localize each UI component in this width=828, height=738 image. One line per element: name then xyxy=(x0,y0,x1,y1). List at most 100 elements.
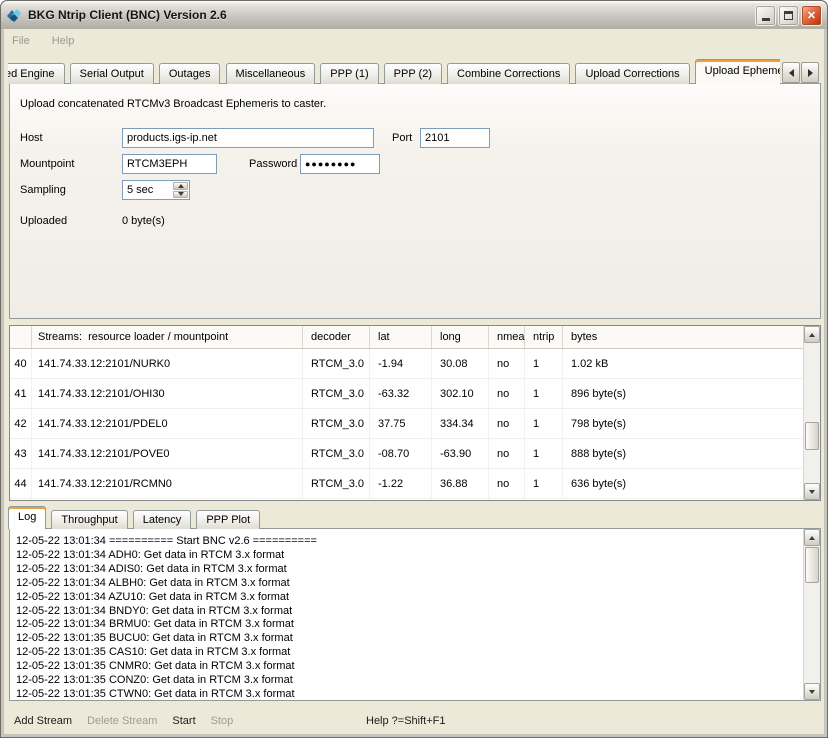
tab-feed-engine[interactable]: ed Engine xyxy=(8,63,65,84)
spin-down-button[interactable] xyxy=(173,191,188,199)
stream-decoder: RTCM_3.0 xyxy=(303,439,370,468)
stream-long: 36.88 xyxy=(432,469,489,498)
stream-row[interactable]: 40 141.74.33.12:2101/NURK0 RTCM_3.0 -1.9… xyxy=(10,349,803,379)
stream-ntrip: 1 xyxy=(525,349,563,378)
stream-bytes: 1.02 kB xyxy=(563,349,803,378)
help-shortcut-text: Help ?=Shift+F1 xyxy=(366,715,446,727)
column-header-long: long xyxy=(432,326,489,348)
tab-scroll-right-button[interactable] xyxy=(801,62,819,83)
stream-mountpoint: 141.74.33.12:2101/OHI30 xyxy=(32,379,303,408)
tab-upload-ephemeris[interactable]: Upload Ephemeris xyxy=(695,59,780,84)
tab-serial-output[interactable]: Serial Output xyxy=(70,63,154,84)
tab-log[interactable]: Log xyxy=(8,506,46,529)
stream-mountpoint: 141.74.33.12:2101/RCMN0 xyxy=(32,469,303,498)
left-arrow-icon xyxy=(789,69,794,77)
tab-ppp-plot[interactable]: PPP Plot xyxy=(196,510,260,529)
down-arrow-icon xyxy=(178,192,184,196)
stream-ntrip: 1 xyxy=(525,439,563,468)
scroll-thumb[interactable] xyxy=(805,547,819,583)
host-input[interactable] xyxy=(122,128,374,148)
menubar: File Help xyxy=(4,29,824,53)
stream-row-number: 44 xyxy=(10,469,32,498)
uploaded-value: 0 byte(s) xyxy=(122,215,165,227)
tab-scroll-buttons xyxy=(782,62,819,83)
tab-throughput[interactable]: Throughput xyxy=(51,510,127,529)
log-panel: 12-05-22 13:01:34 ========== Start BNC v… xyxy=(9,528,821,701)
log-line: 12-05-22 13:01:34 BNDY0: Get data in RTC… xyxy=(16,605,800,619)
stream-row[interactable]: 41 141.74.33.12:2101/OHI30 RTCM_3.0 -63.… xyxy=(10,379,803,409)
stream-row-number: 41 xyxy=(10,379,32,408)
right-arrow-icon xyxy=(808,69,813,77)
column-header-ntrip: ntrip xyxy=(525,326,563,348)
spin-up-button[interactable] xyxy=(173,182,188,190)
column-header-mountpoint: Streams: resource loader / mountpoint xyxy=(32,326,303,348)
tab-ppp-2[interactable]: PPP (2) xyxy=(384,63,442,84)
menu-help[interactable]: Help xyxy=(52,35,75,47)
maximize-button[interactable] xyxy=(778,5,799,26)
sampling-value: 5 sec xyxy=(127,184,153,196)
column-header-decoder: decoder xyxy=(303,326,370,348)
sampling-spinner[interactable]: 5 sec xyxy=(122,180,190,200)
scroll-down-button[interactable] xyxy=(804,483,820,500)
tab-miscellaneous[interactable]: Miscellaneous xyxy=(226,63,316,84)
scroll-down-button[interactable] xyxy=(804,683,820,700)
password-label: Password xyxy=(249,158,297,170)
log-line: 12-05-22 13:01:34 ADIS0: Get data in RTC… xyxy=(16,563,800,577)
stream-mountpoint: 141.74.33.12:2101/POVE0 xyxy=(32,439,303,468)
tab-upload-corrections[interactable]: Upload Corrections xyxy=(575,63,689,84)
minimize-button[interactable] xyxy=(755,5,776,26)
close-icon: ✕ xyxy=(807,9,816,22)
stream-row[interactable]: 42 141.74.33.12:2101/PDEL0 RTCM_3.0 37.7… xyxy=(10,409,803,439)
stream-long: 30.08 xyxy=(432,349,489,378)
up-arrow-icon xyxy=(809,333,815,337)
stream-ntrip: 1 xyxy=(525,379,563,408)
tab-outages[interactable]: Outages xyxy=(159,63,221,84)
stream-lat: 37.75 xyxy=(370,409,432,438)
stream-ntrip: 1 xyxy=(525,409,563,438)
client-area: File Help ed Engine Serial Output Outage… xyxy=(4,29,824,734)
host-label: Host xyxy=(20,132,43,144)
main-tab-strip: ed Engine Serial Output Outages Miscella… xyxy=(8,59,780,84)
down-arrow-icon xyxy=(809,490,815,494)
up-arrow-icon xyxy=(809,536,815,540)
tab-latency[interactable]: Latency xyxy=(133,510,192,529)
log-line: 12-05-22 13:01:35 CTWN0: Get data in RTC… xyxy=(16,688,800,701)
stop-button[interactable]: Stop xyxy=(211,715,234,727)
sampling-spin-buttons xyxy=(173,182,188,198)
add-stream-button[interactable]: Add Stream xyxy=(14,715,72,727)
down-arrow-icon xyxy=(809,690,815,694)
password-input[interactable] xyxy=(300,154,380,174)
tab-ppp-1[interactable]: PPP (1) xyxy=(320,63,378,84)
port-label: Port xyxy=(392,132,412,144)
close-button[interactable]: ✕ xyxy=(801,5,822,26)
log-line: 12-05-22 13:01:34 BRMU0: Get data in RTC… xyxy=(16,618,800,632)
tab-scroll-left-button[interactable] xyxy=(782,62,800,83)
app-icon xyxy=(6,7,22,23)
streams-scrollbar[interactable] xyxy=(803,326,820,500)
menu-file[interactable]: File xyxy=(12,35,30,47)
stream-row[interactable]: 44 141.74.33.12:2101/RCMN0 RTCM_3.0 -1.2… xyxy=(10,469,803,499)
column-header-lat: lat xyxy=(370,326,432,348)
stream-bytes: 888 byte(s) xyxy=(563,439,803,468)
stream-bytes: 798 byte(s) xyxy=(563,409,803,438)
delete-stream-button[interactable]: Delete Stream xyxy=(87,715,157,727)
stream-row-number: 43 xyxy=(10,439,32,468)
app-window: BKG Ntrip Client (BNC) Version 2.6 ✕ Fil… xyxy=(0,0,828,738)
log-scrollbar[interactable] xyxy=(803,529,820,700)
stream-nmea: no xyxy=(489,439,525,468)
tab-combine-corrections[interactable]: Combine Corrections xyxy=(447,63,570,84)
stream-long: 302.10 xyxy=(432,379,489,408)
scroll-up-button[interactable] xyxy=(804,529,820,546)
log-line: 12-05-22 13:01:35 CNMR0: Get data in RTC… xyxy=(16,660,800,674)
mountpoint-input[interactable] xyxy=(122,154,217,174)
stream-lat: -63.32 xyxy=(370,379,432,408)
stream-lat: -1.94 xyxy=(370,349,432,378)
port-input[interactable] xyxy=(420,128,490,148)
log-text: 12-05-22 13:01:34 ========== Start BNC v… xyxy=(16,535,800,701)
stream-row[interactable]: 43 141.74.33.12:2101/POVE0 RTCM_3.0 -08.… xyxy=(10,439,803,469)
scroll-thumb[interactable] xyxy=(805,422,819,450)
stream-long: -63.90 xyxy=(432,439,489,468)
scroll-up-button[interactable] xyxy=(804,326,820,343)
start-button[interactable]: Start xyxy=(172,715,195,727)
footer-bar: Add Stream Delete Stream Start Stop Help… xyxy=(4,705,824,736)
